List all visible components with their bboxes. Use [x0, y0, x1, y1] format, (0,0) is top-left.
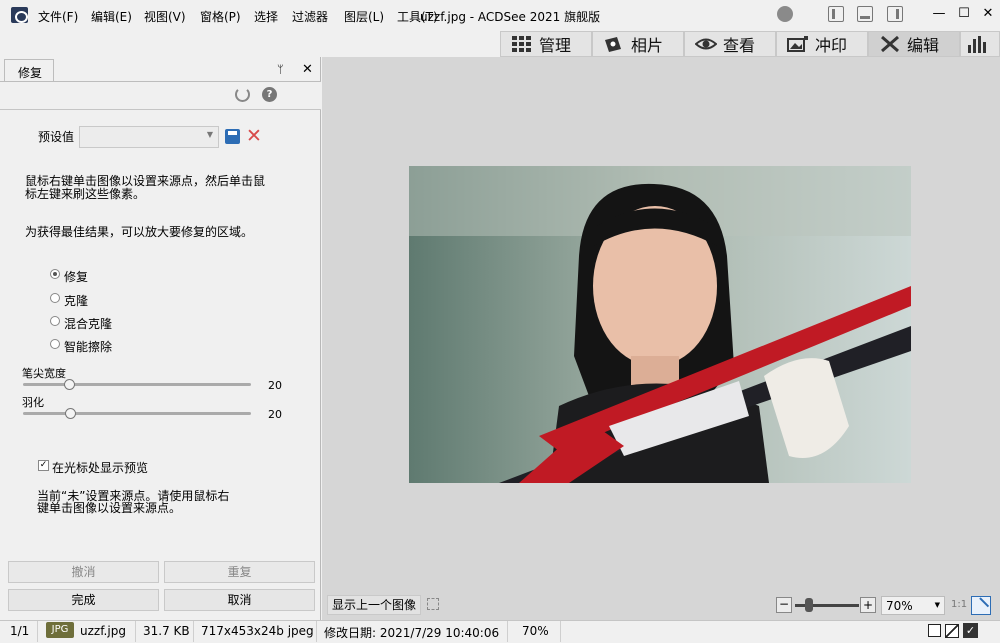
preview-checkbox-label: 在光标处显示预览 [52, 461, 149, 475]
close-icon[interactable]: ✕ [977, 4, 999, 24]
menu-file[interactable]: 文件(F) [38, 8, 78, 25]
source-status-text-2: 键单击图像以设置来源点。 [37, 501, 182, 515]
status-divider [316, 621, 317, 642]
status-divider [37, 621, 38, 642]
eye-icon [695, 38, 717, 50]
radio-clone[interactable] [50, 293, 60, 303]
feather-label: 羽化 [22, 396, 44, 409]
chevron-down-icon: ▼ [934, 601, 940, 609]
brush-width-slider[interactable] [23, 383, 251, 386]
status-divider [193, 621, 194, 642]
pin-icon[interactable]: ᛘ [277, 63, 284, 76]
photos-icon [605, 37, 621, 52]
undo-button[interactable]: 撤消 [8, 561, 159, 583]
status-filesize: 31.7 KB [143, 624, 190, 638]
check-icon[interactable]: ✓ [963, 623, 978, 638]
zoom-select[interactable]: 70% ▼ [881, 596, 945, 615]
delete-preset-icon[interactable]: ✕ [246, 125, 262, 147]
minimize-icon[interactable]: — [928, 4, 950, 24]
feather-value: 20 [268, 408, 282, 421]
left-panel-icon[interactable] [828, 6, 844, 22]
mode-bar: 管理 相片 查看 冲印 编辑 [500, 30, 1000, 57]
mode-edit-label: 编辑 [907, 36, 940, 55]
actual-size-label[interactable]: 1:1 [951, 599, 967, 610]
mode-photos-label: 相片 [631, 36, 664, 55]
menu-filter[interactable]: 过滤器 [292, 8, 328, 25]
photo-canvas[interactable] [409, 166, 911, 483]
status-filename: uzzf.jpg [80, 624, 126, 638]
preset-dropdown[interactable]: ▼ [79, 126, 219, 148]
mode-histogram[interactable] [960, 31, 1000, 57]
instruction-text-2: 为获得最佳结果，可以放大要修复的区域。 [25, 225, 254, 239]
status-divider [135, 621, 136, 642]
user-icon[interactable] [777, 6, 793, 22]
bottom-panel-icon[interactable] [857, 6, 873, 22]
reset-icon[interactable] [235, 87, 250, 102]
app-icon[interactable] [11, 7, 28, 23]
photo-image [409, 166, 911, 483]
radio-blend-clone[interactable] [50, 316, 60, 326]
chevron-down-icon: ▼ [206, 130, 213, 139]
edit-icon [881, 35, 899, 53]
zoom-in-button[interactable]: + [860, 597, 876, 613]
zoom-slider-thumb[interactable] [805, 598, 813, 612]
status-zoom: 70% [522, 624, 549, 638]
menu-edit[interactable]: 编辑(E) [91, 8, 132, 25]
instruction-text-1b: 标左键来刷这些像素。 [25, 187, 146, 201]
mode-develop[interactable]: 冲印 [776, 31, 868, 57]
radio-clone-label: 克隆 [64, 294, 89, 308]
save-preset-icon[interactable] [225, 129, 240, 144]
histogram-icon [968, 36, 986, 53]
preset-label: 预设值 [38, 130, 75, 144]
fit-window-icon[interactable] [971, 596, 991, 615]
menu-layer[interactable]: 图层(L) [344, 8, 384, 25]
redo-button[interactable]: 重复 [164, 561, 315, 583]
brush-width-label: 笔尖宽度 [22, 367, 66, 380]
status-dimensions: 717x453x24b jpeg [201, 624, 314, 638]
status-index: 1/1 [10, 624, 30, 638]
mode-manage[interactable]: 管理 [500, 31, 592, 57]
mode-photos[interactable]: 相片 [592, 31, 684, 57]
window-title: uzzf.jpg - ACDSee 2021 旗舰版 [420, 10, 601, 24]
help-icon[interactable]: ? [262, 87, 277, 102]
cancel-button[interactable]: 取消 [164, 589, 315, 611]
slash-icon[interactable] [945, 624, 959, 638]
menu-view[interactable]: 视图(V) [144, 8, 186, 25]
right-panel-icon[interactable] [887, 6, 903, 22]
tab-repair[interactable]: 修复 [4, 59, 54, 81]
show-previous-image-button[interactable]: 显示上一个图像 [327, 595, 421, 615]
panel-close-icon[interactable]: ✕ [302, 62, 313, 77]
mode-view[interactable]: 查看 [684, 31, 776, 57]
format-badge: JPG [46, 622, 74, 638]
square-icon[interactable] [928, 624, 941, 637]
preview-checkbox[interactable]: ✓ [38, 460, 49, 471]
status-modified: 修改日期: 2021/7/29 10:40:06 [324, 626, 500, 640]
radio-smart-erase-label: 智能擦除 [64, 340, 113, 354]
brush-width-thumb[interactable] [64, 379, 75, 390]
grid-icon [512, 36, 531, 52]
mode-edit[interactable]: 编辑 [868, 31, 960, 57]
status-divider [507, 621, 508, 642]
radio-repair[interactable] [50, 269, 60, 279]
menu-pane[interactable]: 窗格(P) [200, 8, 241, 25]
brush-width-value: 20 [268, 379, 282, 392]
mode-develop-label: 冲印 [815, 36, 848, 55]
zoom-select-value: 70% [886, 599, 913, 613]
feather-slider[interactable] [23, 412, 251, 415]
radio-smart-erase[interactable] [50, 339, 60, 349]
status-divider [560, 621, 561, 642]
mode-view-label: 查看 [723, 36, 756, 55]
radio-blend-clone-label: 混合克隆 [64, 317, 113, 331]
feather-thumb[interactable] [65, 408, 76, 419]
mode-manage-label: 管理 [539, 36, 572, 55]
done-button[interactable]: 完成 [8, 589, 159, 611]
radio-repair-label: 修复 [64, 270, 89, 284]
menu-select[interactable]: 选择 [254, 8, 278, 25]
develop-icon [787, 36, 808, 52]
maximize-icon[interactable]: ☐ [953, 4, 975, 24]
zoom-out-button[interactable]: − [776, 597, 792, 613]
fullscreen-icon[interactable] [427, 598, 439, 610]
